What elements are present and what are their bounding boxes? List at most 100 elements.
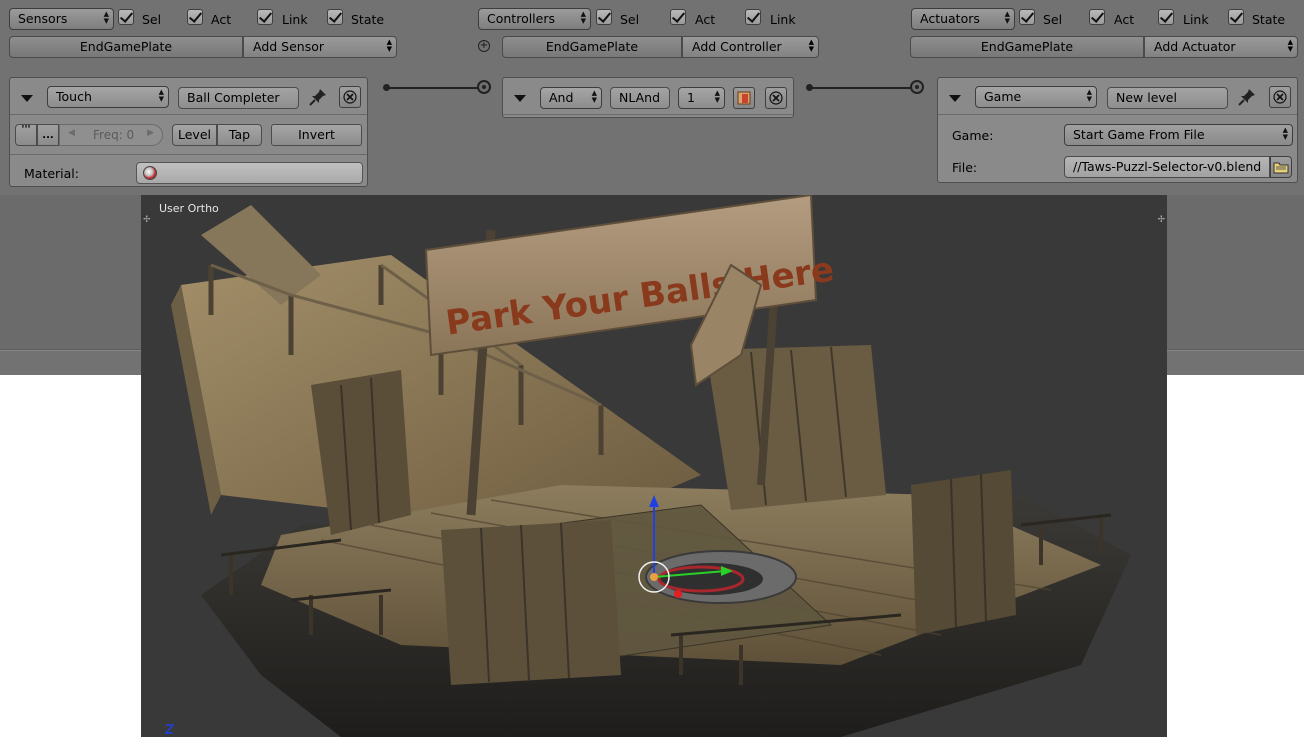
actuators-sel-checkbox[interactable]	[1019, 9, 1035, 25]
separator	[10, 154, 367, 155]
controller-type-label: And	[549, 90, 574, 105]
invert-toggle[interactable]: Invert	[271, 124, 362, 146]
view-label: User Ortho	[159, 202, 219, 215]
updown-arrows-icon: ▲ ▼	[808, 38, 814, 53]
controller-name-field[interactable]: NLAnd	[610, 87, 670, 109]
sensor-panel: Touch ▲ ▼ Ball Completer ''' ... ◀ Freq: …	[9, 77, 368, 187]
axis-orientation-icon	[164, 724, 175, 734]
material-sphere-icon	[143, 166, 157, 180]
pulse-false-button[interactable]: ...	[37, 124, 59, 146]
controllers-sel-checkbox[interactable]	[596, 9, 612, 25]
actuators-link-checkbox[interactable]	[1158, 9, 1174, 25]
updown-arrows-icon: ▲ ▼	[714, 89, 720, 104]
add-controller-label: Add Controller	[692, 39, 782, 54]
updown-arrows-icon: ▲ ▼	[386, 38, 392, 53]
separator	[938, 114, 1297, 115]
actuator-type-label: Game	[984, 89, 1022, 104]
material-label: Material:	[24, 166, 79, 181]
material-field[interactable]	[136, 162, 363, 184]
controller-input-socket[interactable]	[477, 80, 491, 94]
updown-arrows-icon: ▲ ▼	[580, 10, 586, 25]
sensors-act-label: Act	[211, 12, 232, 27]
3d-viewport[interactable]: Park Your Balls Here User Ortho ✢ ✢	[141, 195, 1167, 737]
updown-arrows-icon: ▲ ▼	[1086, 88, 1092, 103]
sensors-object-name[interactable]: EndGamePlate	[9, 36, 243, 58]
tap-toggle[interactable]: Tap	[217, 124, 262, 146]
sensors-state-checkbox[interactable]	[327, 9, 343, 25]
bookmark-button[interactable]	[733, 87, 755, 109]
controllers-act-checkbox[interactable]	[670, 9, 686, 25]
collapse-triangle-icon[interactable]	[21, 95, 33, 102]
pin-icon[interactable]	[1237, 87, 1257, 107]
pin-icon[interactable]	[308, 87, 328, 107]
file-browse-button[interactable]	[1270, 156, 1292, 178]
remove-controller-button[interactable]	[765, 87, 787, 109]
level-toggle[interactable]: Level	[172, 124, 217, 146]
separator	[503, 114, 793, 115]
sensors-sel-checkbox[interactable]	[118, 9, 134, 25]
game-mode-value: Start Game From File	[1073, 127, 1205, 142]
game-mode-dropdown[interactable]: Start Game From File ▲ ▼	[1064, 124, 1293, 146]
add-actuator-dropdown[interactable]: Add Actuator ▲ ▼	[1144, 36, 1298, 58]
actuators-state-label: State	[1252, 12, 1286, 27]
actuator-panel: Game ▲ ▼ New level Game: Start Game From …	[937, 77, 1298, 183]
updown-arrows-icon: ▲ ▼	[591, 89, 597, 104]
actuators-act-checkbox[interactable]	[1089, 9, 1105, 25]
updown-arrows-icon: ▲ ▼	[1004, 10, 1010, 25]
actuator-input-socket[interactable]	[910, 80, 924, 94]
game-mode-label: Game:	[952, 128, 994, 143]
pulse-true-button[interactable]: '''	[15, 124, 37, 146]
close-icon	[343, 90, 357, 104]
sensors-sel-label: Sel	[142, 12, 162, 27]
sensor-name-field[interactable]: Ball Completer	[178, 87, 299, 109]
separator	[10, 114, 367, 115]
viewport-corner-widget[interactable]: ✢	[1157, 215, 1165, 225]
add-sensor-dropdown[interactable]: Add Sensor ▲ ▼	[243, 36, 397, 58]
actuators-dropdown[interactable]: Actuators ▲ ▼	[911, 8, 1015, 30]
actuators-link-label: Link	[1183, 12, 1209, 27]
sensors-dropdown-label: Sensors	[18, 11, 68, 26]
actuators-act-label: Act	[1114, 12, 1135, 27]
collapse-triangle-icon[interactable]	[514, 95, 526, 102]
file-label: File:	[952, 160, 978, 175]
sensor-type-dropdown[interactable]: Touch ▲ ▼	[47, 86, 169, 108]
actuators-state-checkbox[interactable]	[1228, 9, 1244, 25]
sensors-act-checkbox[interactable]	[187, 9, 203, 25]
controllers-sel-label: Sel	[620, 12, 640, 27]
controller-actuator-link	[810, 87, 912, 89]
add-state-icon[interactable]: +	[478, 40, 490, 52]
freq-value: Freq: 0	[93, 128, 135, 142]
updown-arrows-icon: ▲ ▼	[158, 88, 164, 103]
controllers-act-label: Act	[695, 12, 716, 27]
add-controller-dropdown[interactable]: Add Controller ▲ ▼	[682, 36, 819, 58]
freq-increase-icon[interactable]: ▶	[147, 128, 154, 138]
file-path-field[interactable]: //Taws-Puzzl-Selector-v0.blend	[1064, 156, 1270, 178]
remove-actuator-button[interactable]	[1269, 86, 1291, 108]
add-actuator-label: Add Actuator	[1154, 39, 1236, 54]
sensors-link-label: Link	[282, 12, 308, 27]
controller-state-label: 1	[687, 90, 695, 105]
actuators-object-name[interactable]: EndGamePlate	[910, 36, 1144, 58]
scene-render: Park Your Balls Here	[171, 195, 1131, 737]
sensor-type-label: Touch	[56, 89, 92, 104]
bookmark-icon	[737, 91, 751, 105]
controllers-object-name[interactable]: EndGamePlate	[502, 36, 682, 58]
viewport-corner-widget[interactable]: ✢	[143, 215, 151, 225]
actuator-type-dropdown[interactable]: Game ▲ ▼	[975, 86, 1097, 108]
collapse-triangle-icon[interactable]	[949, 95, 961, 102]
folder-icon	[1273, 162, 1289, 174]
sensors-dropdown[interactable]: Sensors ▲ ▼	[9, 8, 114, 30]
updown-arrows-icon: ▲ ▼	[1282, 126, 1288, 141]
controller-type-dropdown[interactable]: And ▲ ▼	[540, 87, 602, 109]
actuator-name-field[interactable]: New level	[1107, 87, 1228, 109]
controller-state-dropdown[interactable]: 1 ▲ ▼	[678, 87, 725, 109]
controllers-dropdown[interactable]: Controllers ▲ ▼	[478, 8, 591, 30]
freq-decrease-icon[interactable]: ◀	[68, 128, 75, 138]
sensor-controller-link	[387, 87, 479, 89]
remove-sensor-button[interactable]	[339, 86, 361, 108]
freq-stepper[interactable]: ◀ Freq: 0 ▶	[59, 124, 163, 146]
sensors-link-checkbox[interactable]	[257, 9, 273, 25]
close-icon	[769, 91, 783, 105]
controllers-dropdown-label: Controllers	[487, 11, 555, 26]
controllers-link-checkbox[interactable]	[745, 9, 761, 25]
